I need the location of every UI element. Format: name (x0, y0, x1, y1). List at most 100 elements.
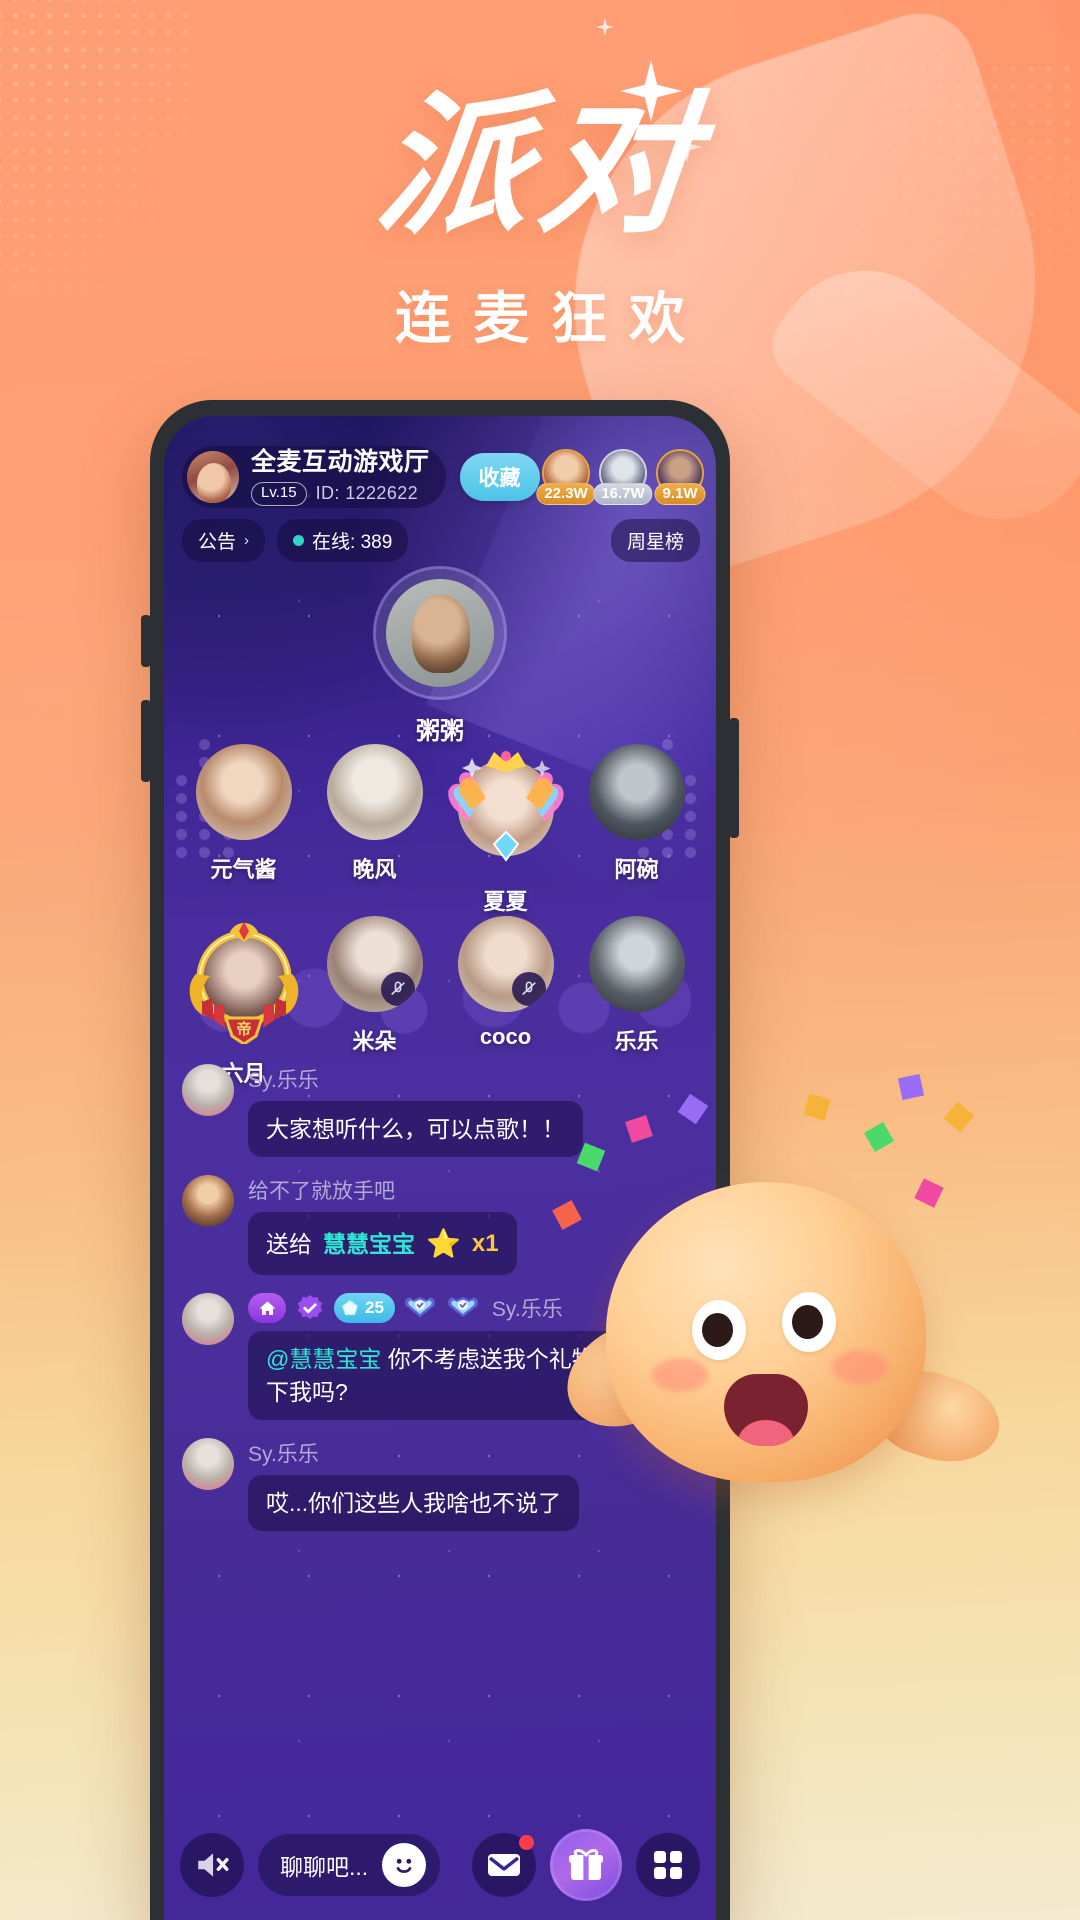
chat-avatar[interactable] (182, 1064, 234, 1116)
room-info-chip[interactable]: 全麦互动游戏厅 Lv.15 ID: 1222622 (182, 446, 446, 508)
chat-avatar[interactable] (182, 1437, 234, 1490)
rank-item[interactable]: 9.1W (654, 449, 707, 505)
online-count-pill[interactable]: 在线: 389 (277, 518, 409, 562)
rank-value: 22.3W (536, 483, 596, 505)
mic-seat[interactable]: coco (440, 916, 571, 1088)
mic-seat-name: 阿碗 (614, 857, 659, 882)
chat-avatar[interactable] (182, 1175, 234, 1228)
chat-avatar[interactable] (182, 1293, 234, 1346)
notice-label: 公告 (198, 531, 237, 553)
mic-seat-name: 元气酱 (210, 857, 277, 882)
mascot-eye (692, 1300, 746, 1360)
chevron-right-icon: › (244, 531, 250, 549)
mic-seat[interactable]: 帝 六月 (178, 916, 309, 1088)
host-seat-ring (373, 566, 507, 700)
mic-seat-avatar (588, 916, 685, 1012)
gift-prefix: 送给 (266, 1230, 312, 1257)
mic-seat[interactable]: 元气酱 (178, 744, 309, 916)
room-subinfo: Lv.15 ID: 1222622 (251, 482, 430, 506)
level-pentagon-icon (340, 1298, 360, 1318)
mascot-illustration (550, 1073, 1011, 1560)
room-level-badge: Lv.15 (251, 482, 307, 506)
rank-value: 16.7W (593, 483, 653, 505)
mic-seat-avatar (457, 916, 554, 1012)
mic-seat-name: 米朵 (352, 1029, 397, 1054)
bottom-toolbar: 聊聊吧... (180, 1828, 701, 1902)
mic-seat-name: 夏夏 (483, 889, 528, 914)
hero-subtitle: 连麦狂欢 (395, 287, 707, 353)
notice-button[interactable]: 公告 › (182, 518, 266, 562)
chat-message-body: Sy.乐乐 哎...你们这些人我啥也不说了 (248, 1438, 580, 1531)
mascot-body (606, 1182, 926, 1482)
mascot-mouth (724, 1374, 808, 1446)
star-gift-icon: ⭐ (426, 1228, 461, 1260)
smiley-face-icon[interactable] (382, 1843, 427, 1887)
level-badge: 25 (334, 1293, 395, 1324)
mascot-blush (832, 1350, 888, 1384)
chat-username: Sy.乐乐 (248, 1069, 319, 1092)
gift-box-icon[interactable] (550, 1829, 623, 1901)
home-icon (248, 1293, 286, 1324)
mic-seat-name: 乐乐 (614, 1029, 659, 1054)
chat-username: Sy.乐乐 (248, 1442, 319, 1466)
week-rank-button[interactable]: 周星榜 (610, 518, 700, 562)
host-seat-name: 粥粥 (416, 718, 464, 745)
host-avatar-icon[interactable] (187, 451, 239, 503)
online-status-dot (293, 534, 305, 546)
room-title: 全麦互动游戏厅 (251, 448, 430, 477)
mic-seat-row: 元气酱 晚风 夏夏 阿碗 (178, 744, 702, 916)
mic-seat-avatar (588, 744, 685, 840)
hero-title: 派对 (368, 77, 712, 254)
unread-dot (519, 1835, 535, 1850)
gift-target-name: 慧慧宝宝 (323, 1230, 415, 1257)
gift-bubble: 送给 慧慧宝宝 ⭐ x1 (248, 1212, 517, 1276)
mic-seat-avatar (195, 932, 292, 1028)
verified-check-icon (293, 1293, 327, 1323)
chat-input-placeholder: 聊聊吧... (280, 1854, 369, 1880)
chat-message-body: 给不了就放手吧 送给 慧慧宝宝 ⭐ x1 (248, 1175, 517, 1276)
mic-seat[interactable]: 米朵 (309, 916, 440, 1088)
grid-apps-icon[interactable] (636, 1833, 701, 1897)
rank-item[interactable]: 16.7W (593, 449, 653, 505)
mic-muted-icon (380, 972, 415, 1006)
mascot-blush (652, 1358, 708, 1392)
mic-seat[interactable]: 阿碗 (571, 744, 702, 916)
mic-seat-frame-emperor: 帝 (180, 916, 308, 1044)
mic-muted-icon (511, 972, 546, 1006)
host-mic-seat[interactable]: 粥粥 (164, 566, 716, 746)
online-count-label: 在线: 389 (312, 531, 393, 553)
chat-mention[interactable]: @慧慧宝宝 (266, 1346, 381, 1372)
mic-seat-row: 帝 六月 米朵 coco 乐乐 (178, 916, 702, 1088)
rank-value: 9.1W (654, 483, 706, 505)
room-header: 全麦互动游戏厅 Lv.15 ID: 1222622 收藏 22.3W 16.7W (182, 446, 706, 508)
guard-medal-icon (402, 1293, 438, 1323)
chat-bubble: 哎...你们这些人我啥也不说了 (248, 1474, 580, 1531)
mic-seat-name: coco (479, 1024, 532, 1049)
mic-seat-avatar (326, 916, 423, 1012)
mic-seat[interactable]: 乐乐 (571, 916, 702, 1088)
favorite-button[interactable]: 收藏 (459, 453, 540, 501)
mascot-eye (782, 1292, 836, 1352)
mic-seat-name: 晚风 (352, 857, 397, 882)
level-value: 25 (365, 1298, 384, 1318)
mic-seat[interactable]: 晚风 (309, 744, 440, 916)
speaker-mute-icon[interactable] (180, 1833, 244, 1897)
room-meta: 全麦互动游戏厅 Lv.15 ID: 1222622 (251, 448, 430, 506)
guard-medal-icon (445, 1293, 481, 1323)
room-id-label: ID: 1222622 (315, 483, 419, 504)
phone-power-button (729, 718, 739, 838)
rank-item[interactable]: 22.3W (536, 449, 596, 505)
phone-volume-up-button (141, 615, 151, 667)
hero-banner: 派对 连麦狂欢 (0, 77, 1080, 355)
host-seat-avatar (386, 579, 494, 687)
chat-input[interactable]: 聊聊吧... (258, 1834, 441, 1896)
mic-seat-avatar (457, 760, 554, 856)
chat-username: Sy.乐乐 (491, 1298, 563, 1322)
envelope-icon[interactable] (472, 1833, 537, 1897)
room-subheader: 公告 › 在线: 389 周星榜 (182, 518, 700, 562)
rank-avatar-list: 22.3W 16.7W 9.1W (536, 449, 707, 505)
mic-seat[interactable]: 夏夏 (440, 744, 571, 916)
gift-count: x1 (471, 1229, 499, 1257)
chat-username: 给不了就放手吧 (248, 1180, 395, 1204)
chat-bubble: 大家想听什么，可以点歌！！ (248, 1101, 583, 1158)
